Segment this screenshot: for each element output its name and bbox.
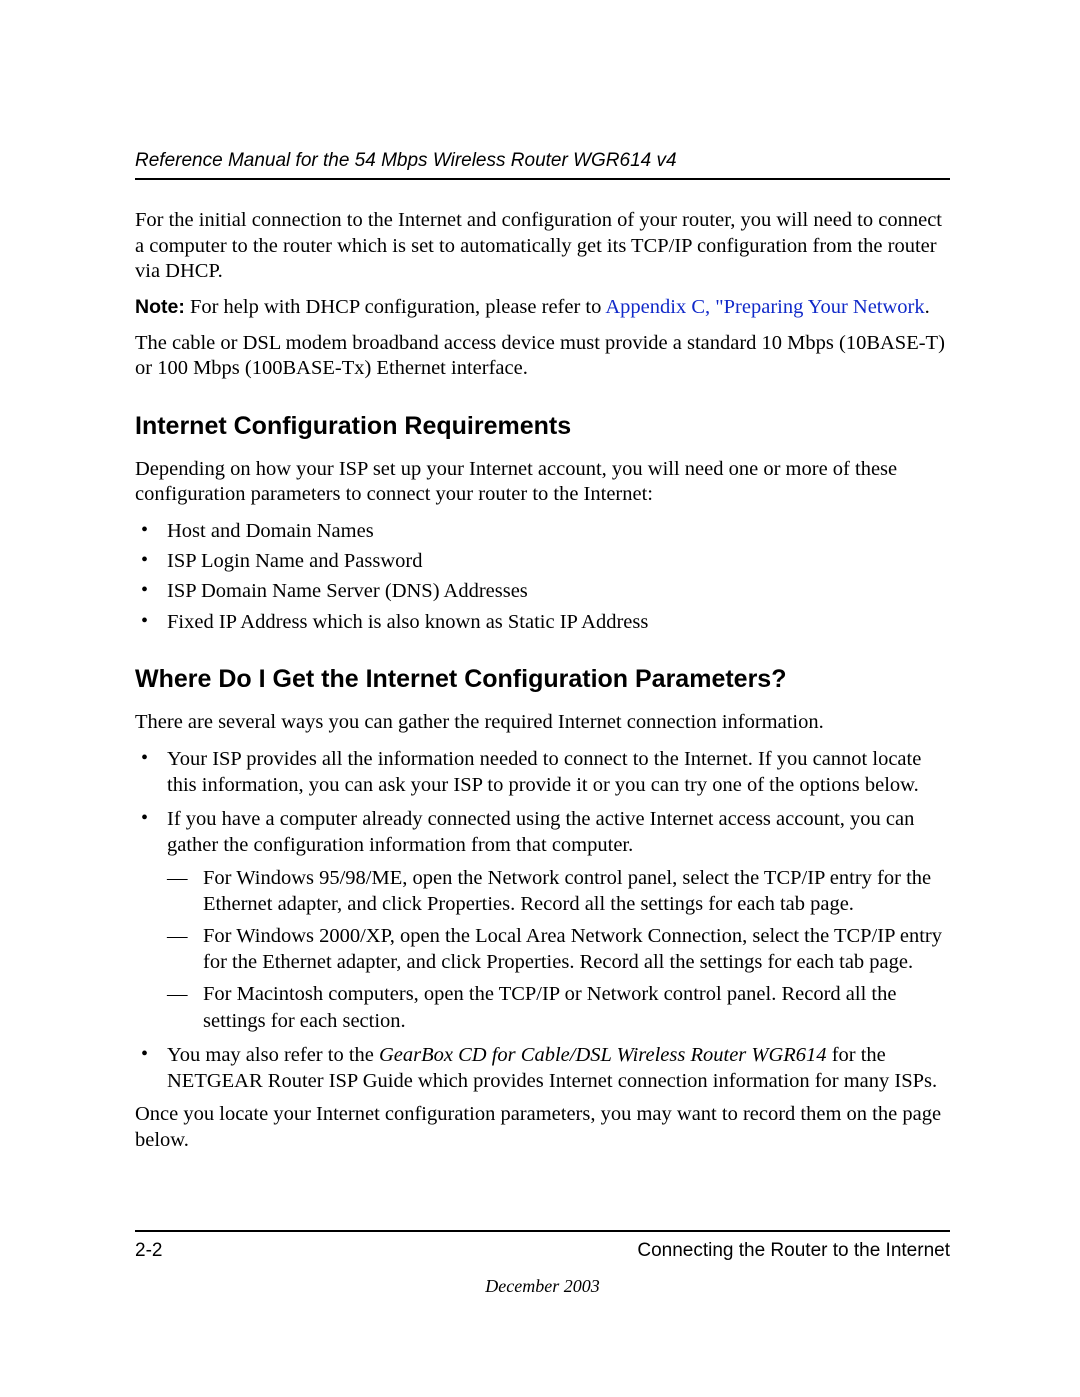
section2-intro: There are several ways you can gather th… xyxy=(135,710,950,736)
list-item: For Windows 95/98/ME, open the Network c… xyxy=(167,865,950,917)
requirements-list: Host and Domain Names ISP Login Name and… xyxy=(135,518,950,635)
list-item: ISP Login Name and Password xyxy=(135,548,950,574)
modem-paragraph: The cable or DSL modem broadband access … xyxy=(135,331,950,382)
list-item: If you have a computer already connected… xyxy=(135,806,950,1034)
page-number: 2-2 xyxy=(135,1240,162,1262)
note-paragraph: Note: For help with DHCP configuration, … xyxy=(135,295,950,321)
where-list: Your ISP provides all the information ne… xyxy=(135,746,950,1095)
sub-list: For Windows 95/98/ME, open the Network c… xyxy=(167,865,950,1034)
list-item: Fixed IP Address which is also known as … xyxy=(135,609,950,635)
document-page: Reference Manual for the 54 Mbps Wireles… xyxy=(0,0,1080,1397)
footer-rule xyxy=(135,1230,950,1232)
list-item: ISP Domain Name Server (DNS) Addresses xyxy=(135,578,950,604)
appendix-link[interactable]: Appendix C, "Preparing Your Network xyxy=(605,296,924,318)
list-item: Host and Domain Names xyxy=(135,518,950,544)
list-item: Your ISP provides all the information ne… xyxy=(135,746,950,798)
header-rule xyxy=(135,178,950,180)
list-item: For Windows 2000/XP, open the Local Area… xyxy=(167,923,950,975)
intro-paragraph: For the initial connection to the Intern… xyxy=(135,208,950,285)
list-item: For Macintosh computers, open the TCP/IP… xyxy=(167,981,950,1033)
list-item-text: If you have a computer already connected… xyxy=(167,808,914,856)
list-item: You may also refer to the GearBox CD for… xyxy=(135,1042,950,1094)
section2-outro: Once you locate your Internet configurat… xyxy=(135,1102,950,1153)
gearbox-pre: You may also refer to the xyxy=(167,1044,379,1066)
note-text: For help with DHCP configuration, please… xyxy=(185,296,606,318)
page-footer: 2-2 Connecting the Router to the Interne… xyxy=(135,1230,950,1297)
section1-intro: Depending on how your ISP set up your In… xyxy=(135,457,950,508)
section-heading-requirements: Internet Configuration Requirements xyxy=(135,412,950,441)
note-tail: . xyxy=(925,296,930,318)
note-label: Note: xyxy=(135,296,185,318)
running-header: Reference Manual for the 54 Mbps Wireles… xyxy=(135,150,950,172)
chapter-title: Connecting the Router to the Internet xyxy=(637,1240,950,1262)
section-heading-where: Where Do I Get the Internet Configuratio… xyxy=(135,665,950,694)
footer-date: December 2003 xyxy=(135,1276,950,1297)
gearbox-title: GearBox CD for Cable/DSL Wireless Router… xyxy=(379,1044,827,1066)
